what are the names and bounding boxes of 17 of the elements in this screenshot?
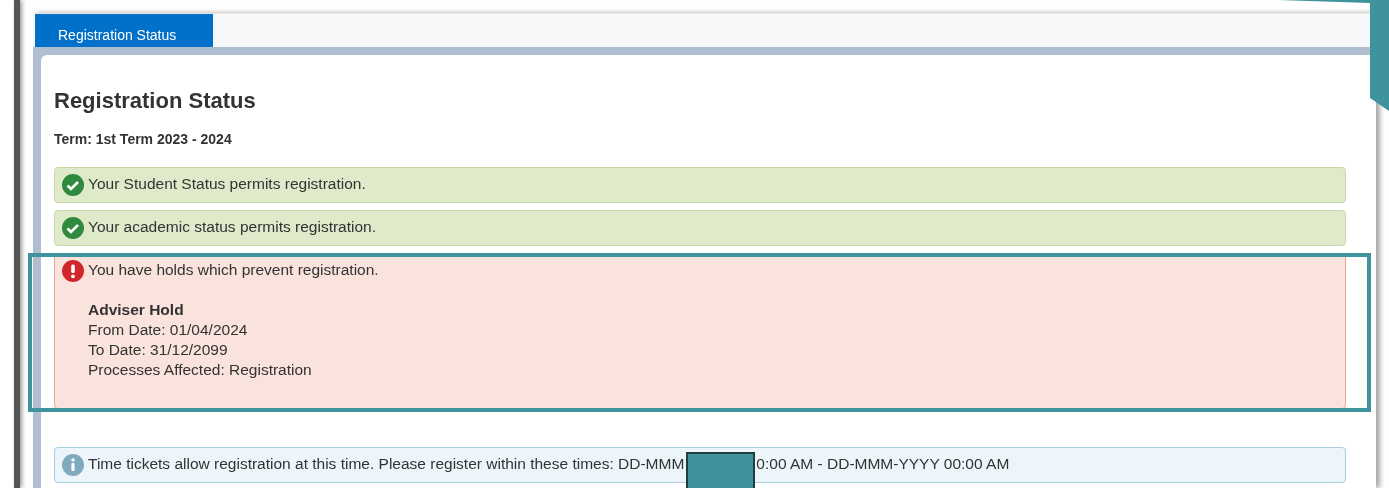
message-text: You have holds which prevent registration. — [88, 260, 379, 280]
tab[interactable]: Registration Status — [35, 14, 213, 48]
term-label: Term: 1st Term 2023 - 2024 — [54, 130, 233, 149]
exclamation-circle-icon — [62, 260, 84, 282]
message-text: Time tickets allow registration at this time. Please register within these times: DD-MMM — [88, 454, 685, 474]
hold-detail: From Date: 01/04/2024 — [88, 320, 249, 340]
hold-title: Adviser Hold — [88, 300, 185, 320]
redaction-block — [686, 452, 755, 488]
page-heading: Registration Status — [54, 87, 257, 115]
message-text: Your academic status permits registration. — [88, 217, 377, 237]
hold-detail: Processes Affected: Registration — [88, 360, 313, 380]
hold-detail: To Date: 31/12/2099 — [88, 340, 229, 360]
message-text: Your Student Status permits registration. — [88, 174, 366, 194]
info-icon — [62, 454, 84, 476]
check-circle-icon — [62, 174, 84, 196]
message-text: 0:00 AM - DD-MMM-YYYY 00:00 AM — [756, 454, 1010, 474]
check-circle-icon — [62, 217, 84, 239]
